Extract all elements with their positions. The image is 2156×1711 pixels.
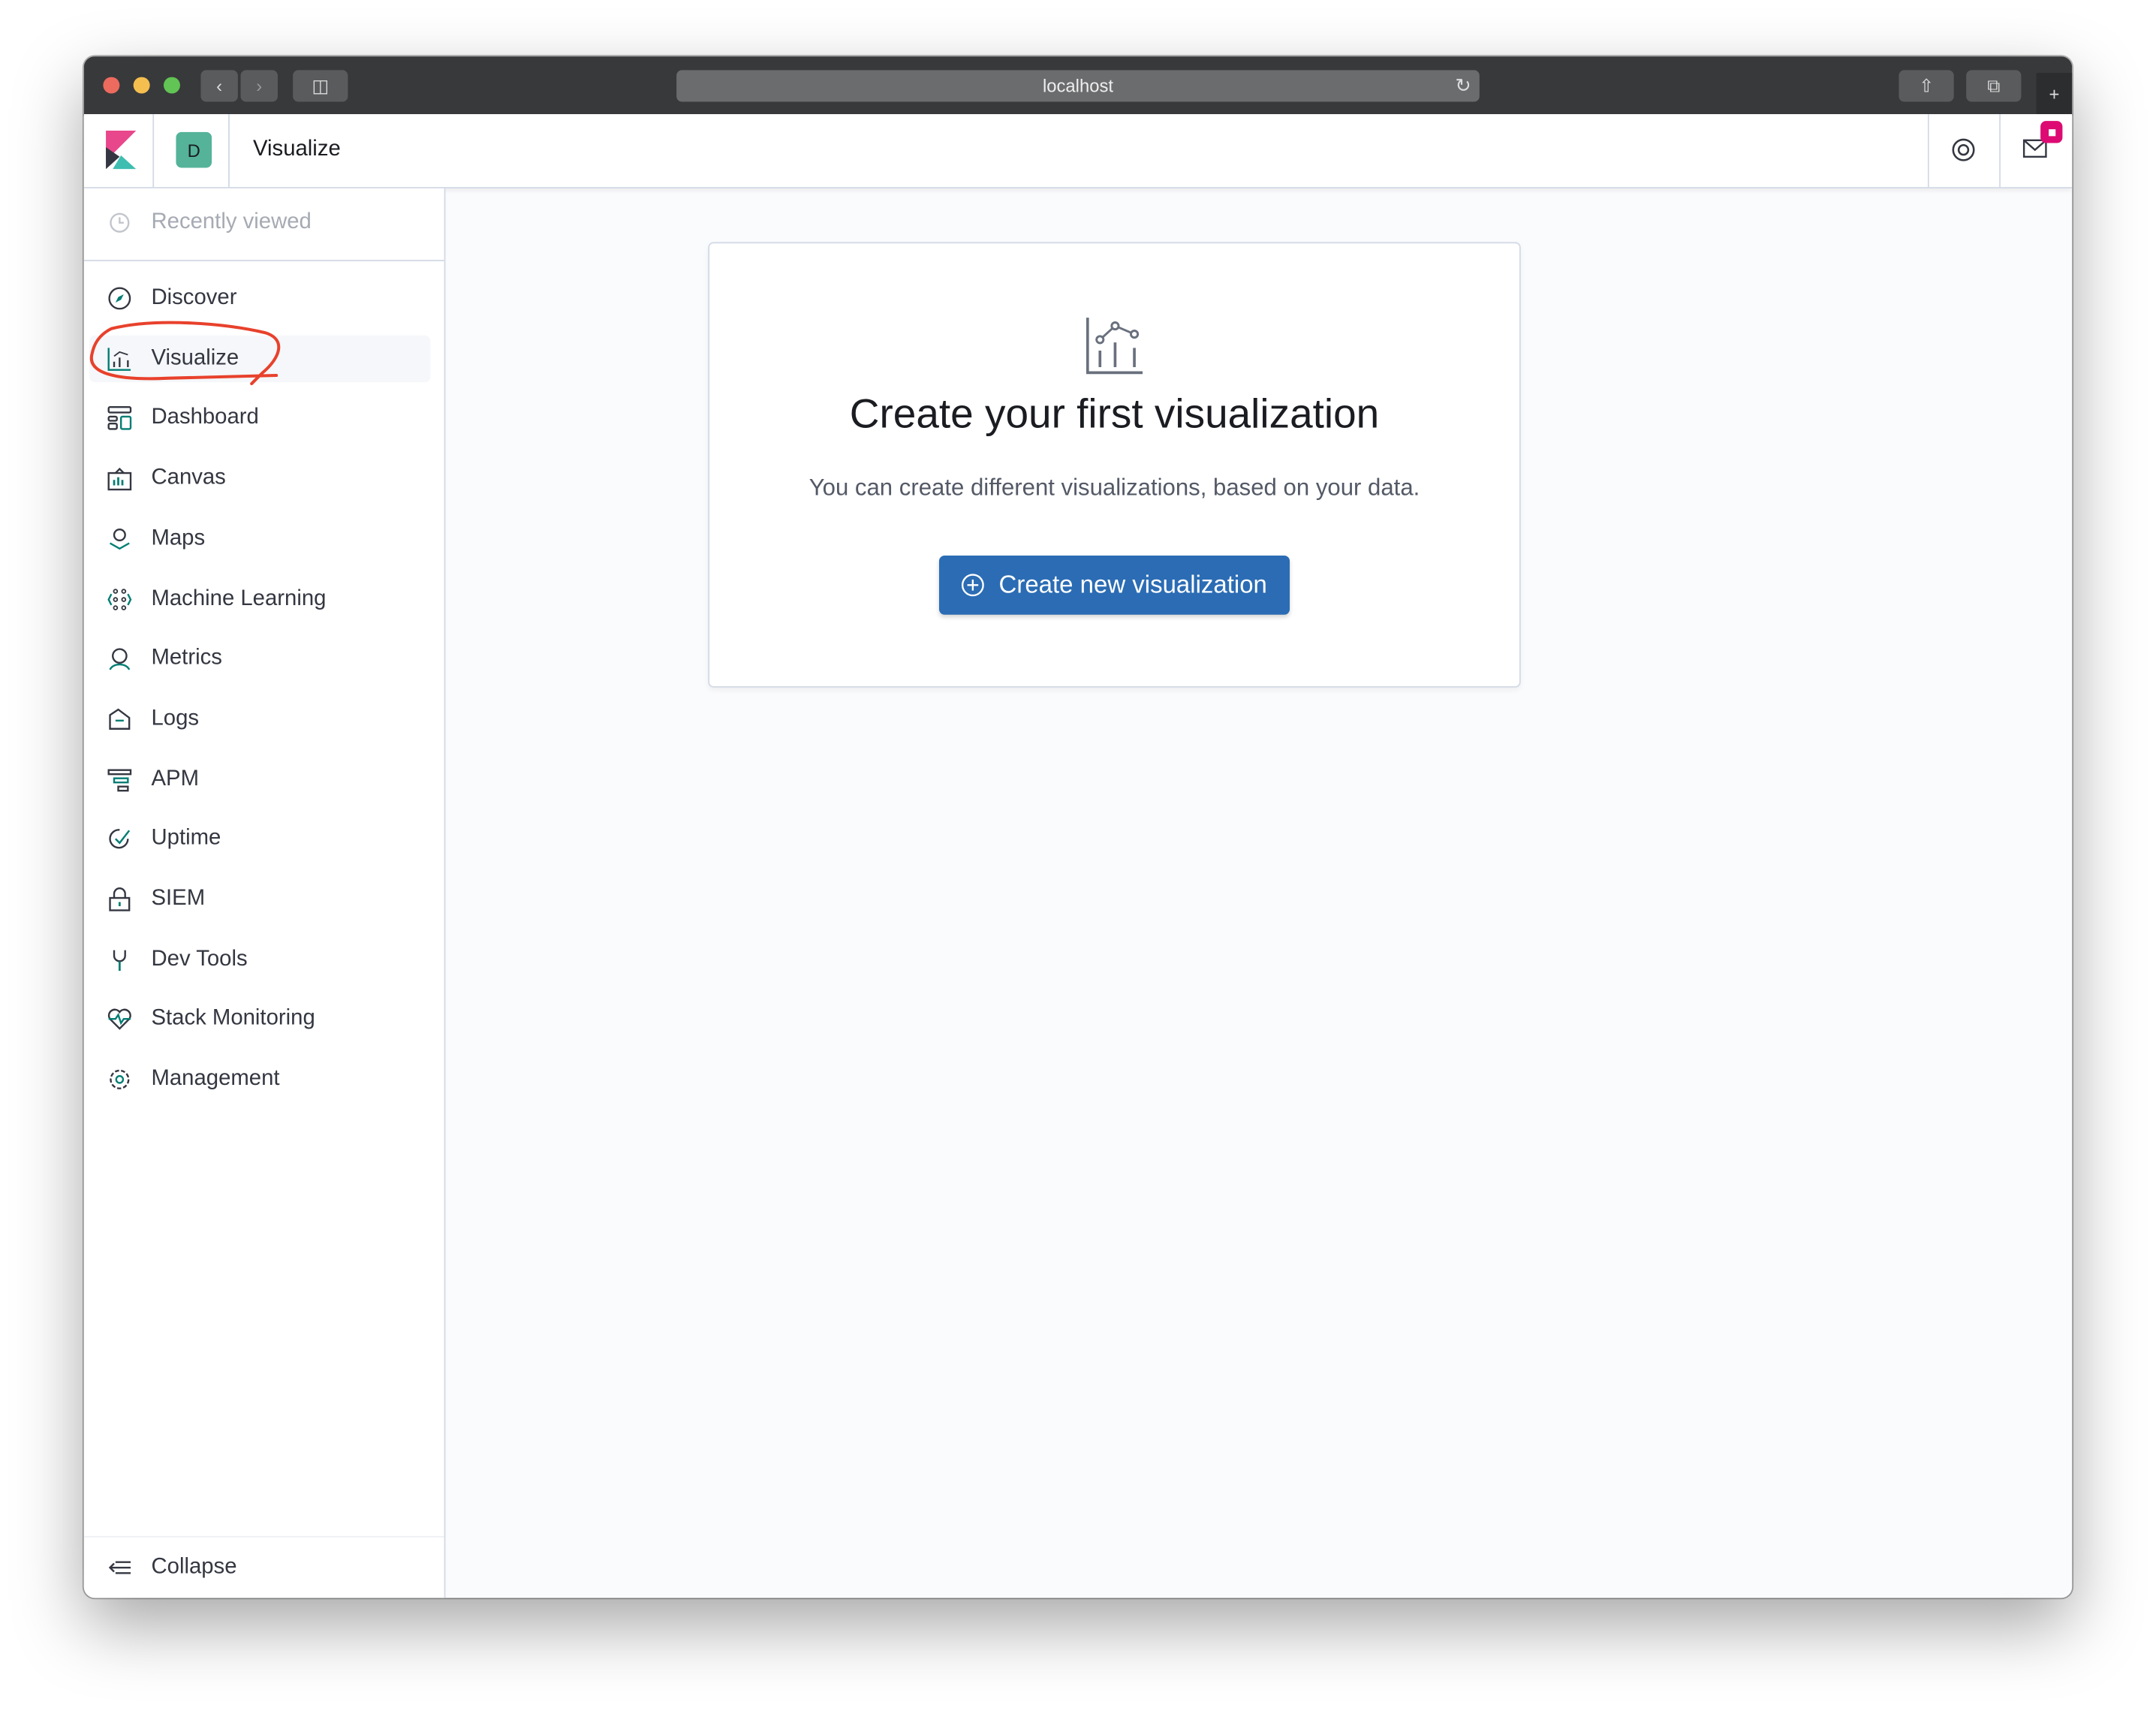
collapse-icon [107, 1556, 132, 1580]
sidebar-item-canvas[interactable]: Canvas [89, 455, 430, 502]
breadcrumb: Visualize [253, 137, 341, 161]
back-button[interactable]: ‹ [200, 70, 238, 102]
clock-icon [107, 210, 132, 235]
visualize-app-icon [1086, 318, 1143, 375]
sidebar-item-label: Dev Tools [151, 947, 248, 971]
sidebar-item-machine-learning[interactable]: Machine Learning [89, 576, 430, 622]
maps-icon [107, 526, 132, 551]
sidebar-item-label: Metrics [151, 646, 222, 670]
canvas-icon [107, 466, 132, 491]
url-text: localhost [1042, 75, 1113, 97]
sidebar-item-label: Discover [151, 285, 237, 310]
minimize-window-button[interactable] [133, 77, 150, 94]
forward-button[interactable]: › [240, 70, 278, 102]
sidebar-item-label: Logs [151, 706, 200, 730]
sidebar-item-management[interactable]: Management [89, 1056, 430, 1103]
address-bar[interactable]: localhost ↻ [676, 70, 1480, 102]
close-window-button[interactable] [103, 77, 120, 94]
sidebar-item-label: Canvas [151, 466, 226, 490]
new-tab-button[interactable]: + [2036, 73, 2073, 115]
sidebar-item-label: SIEM [151, 887, 206, 911]
siem-icon [107, 887, 132, 911]
help-icon[interactable] [1951, 137, 1976, 162]
sidebar-item-label: Stack Monitoring [151, 1007, 315, 1031]
create-new-visualization-button[interactable]: Create new visualization [938, 555, 1290, 615]
metrics-icon [107, 646, 132, 671]
sidebar-item-label: Dashboard [151, 406, 259, 430]
dashboard-icon [107, 406, 132, 431]
empty-state-card: Create your first visualization You can … [708, 242, 1521, 688]
stack-monitoring-icon [107, 1007, 132, 1032]
sidebar-item-maps[interactable]: Maps [89, 515, 430, 562]
sidebar-item-stack-monitoring[interactable]: Stack Monitoring [89, 996, 430, 1043]
sidebar-item-dashboard[interactable]: Dashboard [89, 395, 430, 441]
browser-window: ‹ › ◫ localhost ↻ ⇧ ⧉ + D Visualize Recen… [83, 56, 2073, 1598]
sidebar-item-dev-tools[interactable]: Dev Tools [89, 936, 430, 983]
reload-icon[interactable]: ↻ [1455, 74, 1471, 98]
uptime-icon [107, 827, 132, 851]
divider [83, 1535, 444, 1538]
app-header: D Visualize [83, 114, 2073, 188]
sidebar-item-uptime[interactable]: Uptime [89, 816, 430, 863]
plus-circle-icon [962, 574, 985, 597]
sidebar-item-siem[interactable]: SIEM [89, 876, 430, 923]
sidebar-item-label: Machine Learning [151, 586, 327, 610]
gear-icon [107, 1067, 132, 1092]
sidebar-item-label: Maps [151, 526, 206, 550]
apm-icon [107, 767, 132, 791]
machine-learning-icon [107, 586, 132, 611]
logs-icon [107, 706, 132, 731]
collapse-button[interactable]: Collapse [89, 1544, 430, 1591]
dev-tools-icon [107, 947, 132, 971]
sidebar-item-discover[interactable]: Discover [89, 275, 430, 321]
recently-viewed[interactable]: Recently viewed [89, 200, 430, 246]
maximize-window-button[interactable] [163, 77, 180, 94]
sidebar-item-label: APM [151, 767, 199, 791]
divider [83, 260, 444, 262]
share-icon[interactable]: ⇧ [1899, 70, 1954, 102]
sidebar-toggle-icon[interactable]: ◫ [293, 70, 348, 102]
page-subtitle: You can create different visualizations,… [808, 474, 1420, 501]
sidebar-item-label: Uptime [151, 827, 221, 851]
sidebar-item-apm[interactable]: APM [89, 756, 430, 803]
browser-titlebar: ‹ › ◫ localhost ↻ ⇧ ⧉ + [83, 56, 2073, 116]
sidebar-item-metrics[interactable]: Metrics [89, 636, 430, 682]
sidebar-item-logs[interactable]: Logs [89, 696, 430, 743]
red-annotation-circle [89, 321, 281, 386]
kibana-logo[interactable] [106, 131, 137, 170]
side-nav: Recently viewed Discover Visualize Dashboa… [83, 188, 446, 1598]
sidebar-item-label: Management [151, 1067, 280, 1091]
tabs-icon[interactable]: ⧉ [1966, 70, 2022, 102]
space-avatar[interactable]: D [176, 131, 212, 168]
page-title: Create your first visualization [849, 392, 1380, 438]
compass-icon [107, 286, 132, 311]
notification-badge [2040, 121, 2063, 143]
